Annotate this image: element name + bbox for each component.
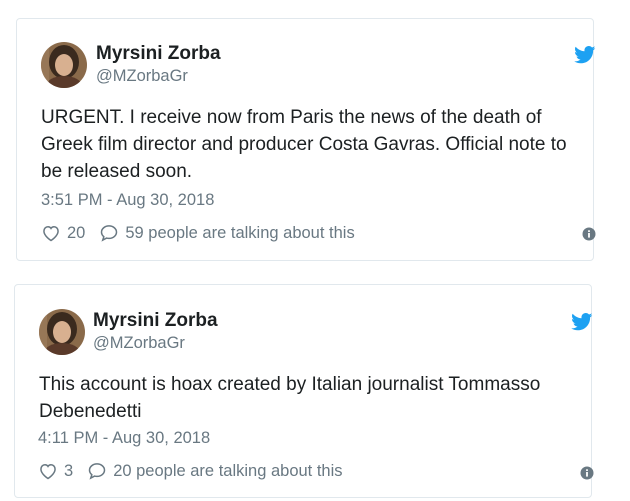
author-handle[interactable]: @MZorbaGr <box>96 67 188 86</box>
avatar[interactable] <box>39 309 85 355</box>
info-icon[interactable] <box>582 227 596 241</box>
like-count[interactable]: 20 <box>67 224 85 243</box>
tweet-actions: 3 20 people are talking about this <box>38 461 343 481</box>
author-handle[interactable]: @MZorbaGr <box>93 334 185 353</box>
comment-icon[interactable] <box>99 223 119 243</box>
tweet-actions: 20 59 people are talking about this <box>41 223 355 243</box>
author-name[interactable]: Myrsini Zorba <box>93 310 218 332</box>
tweet-text: This account is hoax created by Italian … <box>39 374 541 422</box>
tweet-timestamp[interactable]: 3:51 PM - Aug 30, 2018 <box>41 191 214 210</box>
author-name[interactable]: Myrsini Zorba <box>96 43 221 65</box>
avatar[interactable] <box>41 42 87 88</box>
talking-about-link[interactable]: 20 people are talking about this <box>113 462 342 481</box>
heart-icon[interactable] <box>38 461 58 481</box>
tweet-card: Myrsini Zorba @MZorbaGr This account is … <box>14 284 594 498</box>
info-icon[interactable] <box>580 466 594 480</box>
heart-icon[interactable] <box>41 223 61 243</box>
tweet-timestamp[interactable]: 4:11 PM - Aug 30, 2018 <box>38 429 210 448</box>
talking-about-link[interactable]: 59 people are talking about this <box>125 224 354 243</box>
twitter-bird-icon[interactable] <box>571 313 593 331</box>
comment-icon[interactable] <box>87 461 107 481</box>
twitter-bird-icon[interactable] <box>574 46 596 64</box>
like-count[interactable]: 3 <box>64 462 73 481</box>
tweet-text: URGENT. I receive now from Paris the new… <box>41 107 567 182</box>
tweet-card: Myrsini Zorba @MZorbaGr URGENT. I receiv… <box>16 18 596 261</box>
